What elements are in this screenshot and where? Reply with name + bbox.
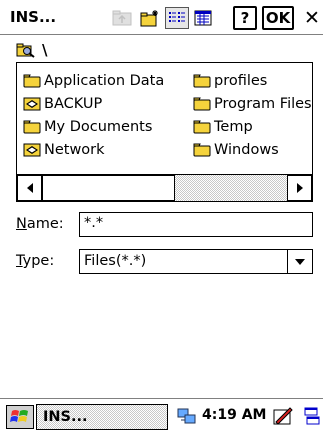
title-bar: INS... ? OK ✕ <box>0 0 323 35</box>
name-label: Name: <box>16 216 64 232</box>
current-path: \ <box>16 40 47 60</box>
help-button[interactable]: ? <box>233 6 257 30</box>
task-label: INS... <box>43 409 88 425</box>
file-label: profiles <box>214 72 268 89</box>
arrow-right-icon <box>296 183 303 193</box>
list-view-button[interactable] <box>165 7 189 29</box>
list-item[interactable]: Application Data <box>23 69 164 92</box>
folder-icon <box>23 74 41 87</box>
shared-folder-icon <box>23 97 41 110</box>
folder-icon <box>193 143 211 156</box>
shared-folder-icon <box>23 143 41 156</box>
scroll-right-button[interactable] <box>287 175 312 201</box>
close-button[interactable]: ✕ <box>302 6 322 30</box>
file-column-a: Application Data BACKUP My Documents Net… <box>23 69 164 161</box>
window-title: INS... <box>10 8 57 26</box>
file-column-b: profiles Program Files Temp Windows <box>193 69 312 161</box>
taskbar: INS... 4:19 AM <box>0 398 323 433</box>
network-icon <box>177 408 196 424</box>
folder-search-icon <box>16 43 35 58</box>
file-label: My Documents <box>44 118 153 135</box>
list-view-icon <box>169 12 185 22</box>
chevron-down-icon <box>295 258 305 265</box>
list-item[interactable]: Program Files <box>193 92 312 115</box>
file-label: Network <box>44 141 105 158</box>
keyboard-tray[interactable] <box>304 406 320 430</box>
windows-switcher-icon <box>304 407 320 425</box>
details-view-icon <box>194 10 212 26</box>
type-dropdown-button[interactable] <box>287 250 312 273</box>
file-label: BACKUP <box>44 95 103 112</box>
type-dropdown[interactable]: Files(*.*) <box>79 249 313 274</box>
network-tray[interactable] <box>177 407 197 429</box>
scroll-thumb[interactable] <box>42 175 175 201</box>
details-view-button[interactable] <box>191 7 215 29</box>
list-item[interactable]: Network <box>23 138 164 161</box>
input-method-tray[interactable] <box>273 406 293 430</box>
list-item[interactable]: My Documents <box>23 115 164 138</box>
type-label: Type: <box>16 253 55 269</box>
path-text: \ <box>42 41 48 59</box>
list-item[interactable]: Temp <box>193 115 312 138</box>
list-item[interactable]: Windows <box>193 138 312 161</box>
scroll-left-button[interactable] <box>17 175 42 201</box>
new-folder-button[interactable] <box>138 7 162 29</box>
folder-icon <box>193 120 211 133</box>
file-list[interactable]: Application Data BACKUP My Documents Net… <box>16 62 313 202</box>
name-field[interactable]: *.* <box>79 212 313 237</box>
horizontal-scrollbar[interactable] <box>17 174 312 201</box>
list-item[interactable]: profiles <box>193 69 312 92</box>
folder-icon <box>193 74 211 87</box>
folder-icon <box>23 120 41 133</box>
arrow-left-icon <box>26 183 33 193</box>
file-label: Application Data <box>44 72 165 89</box>
up-folder-button[interactable] <box>110 7 134 29</box>
list-item[interactable]: BACKUP <box>23 92 164 115</box>
ok-button[interactable]: OK <box>262 6 294 30</box>
new-folder-icon <box>140 10 158 27</box>
up-folder-icon <box>112 10 132 26</box>
close-icon: ✕ <box>304 7 320 29</box>
folder-icon <box>193 97 211 110</box>
clock[interactable]: 4:19 AM <box>202 407 266 423</box>
windows-logo-icon <box>10 410 28 422</box>
file-label: Windows <box>214 141 279 158</box>
pen-input-icon <box>273 407 293 425</box>
file-label: Program Files <box>214 95 312 112</box>
file-label: Temp <box>214 118 253 135</box>
task-button-ins[interactable]: INS... <box>36 404 168 430</box>
type-value: Files(*.*) <box>84 253 147 269</box>
start-button[interactable] <box>6 405 34 429</box>
